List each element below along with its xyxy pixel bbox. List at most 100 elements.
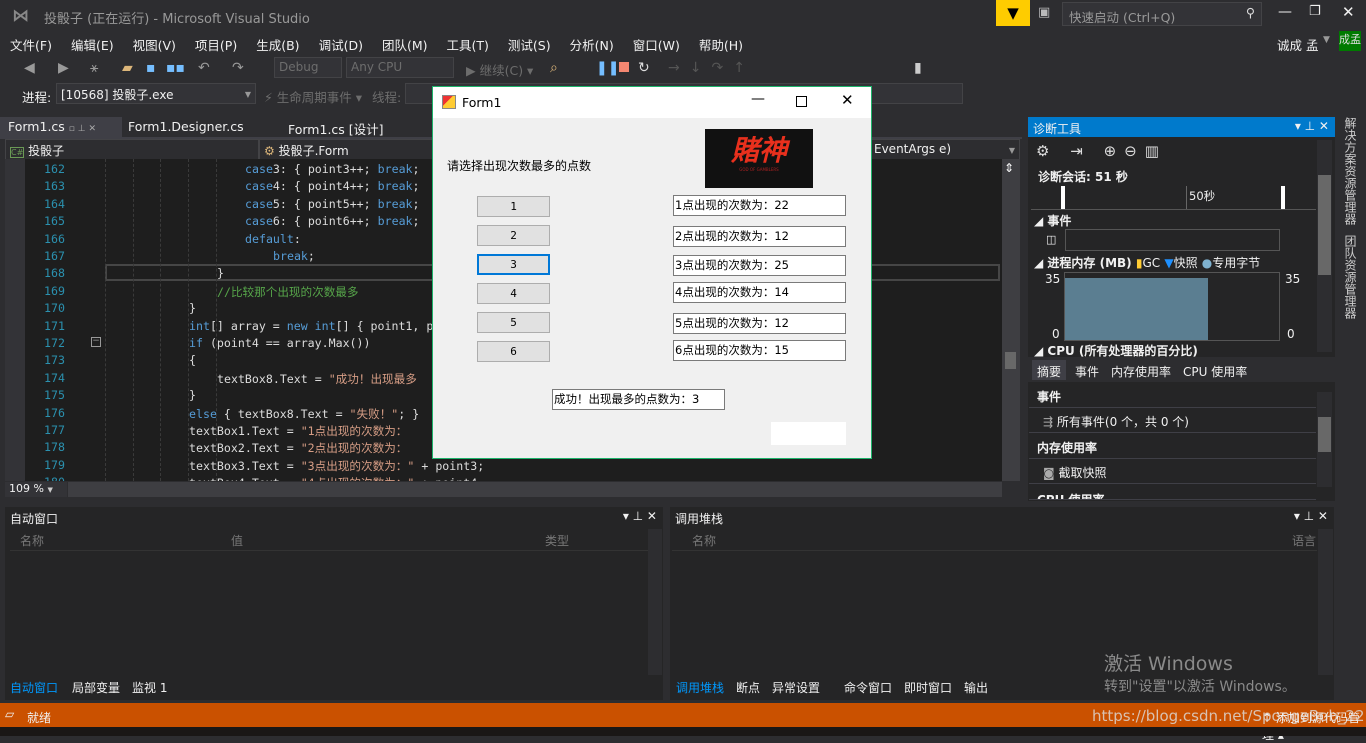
panel-tab[interactable]: 输出: [964, 679, 988, 696]
pin-icon[interactable]: ▫ ⊥ ✕: [69, 124, 96, 134]
code-line[interactable]: }: [189, 388, 196, 402]
code-line[interactable]: }: [217, 266, 224, 280]
code-line[interactable]: else { textBox8.Text = "失败！"; }: [189, 406, 419, 422]
restore-button[interactable]: ❐: [1309, 4, 1321, 19]
diag-tab[interactable]: 内存使用率: [1106, 360, 1176, 380]
collapse-icon[interactable]: −: [91, 337, 101, 347]
dice-button-1[interactable]: 1: [477, 196, 550, 217]
pause-icon[interactable]: ❚❚: [596, 60, 619, 76]
dice-button-6[interactable]: 6: [477, 341, 550, 362]
dice-button-3[interactable]: 3: [477, 254, 550, 275]
split-icon[interactable]: ⇕: [1004, 161, 1014, 175]
code-line[interactable]: case6: { point6++; break;: [245, 214, 420, 228]
undo-icon[interactable]: ↶: [198, 60, 210, 76]
zoom-in-icon[interactable]: ⊕: [1104, 142, 1125, 160]
dice-button-4[interactable]: 4: [477, 283, 550, 304]
back-icon[interactable]: ◀: [24, 60, 35, 76]
take-snapshot-button[interactable]: ◙ 截取快照: [1029, 459, 1316, 484]
zoom-out-icon[interactable]: ⊖: [1124, 142, 1145, 160]
count-textbox[interactable]: 4点出现的次数为：14: [673, 282, 846, 303]
code-line[interactable]: case5: { point5++; break;: [245, 197, 420, 211]
code-line[interactable]: textBox3.Text = "3点出现的次数为：" + point3;: [189, 458, 484, 474]
panel-tab[interactable]: 命令窗口: [844, 679, 892, 696]
count-textbox[interactable]: 3点出现的次数为：25: [673, 255, 846, 276]
export-icon[interactable]: ⇥: [1070, 142, 1091, 160]
bookmark-icon[interactable]: ▮: [914, 60, 922, 76]
dice-button-5[interactable]: 5: [477, 312, 550, 333]
code-line[interactable]: textBox8.Text = "成功！出现最多: [217, 371, 417, 387]
side-tab-team-explorer[interactable]: 团队资源管理器: [1342, 235, 1359, 319]
feedback-icon[interactable]: ▣: [1038, 5, 1050, 20]
panel-tab[interactable]: 断点: [736, 679, 760, 696]
process-select[interactable]: [10568] 投骰子.exe ▼: [56, 83, 256, 104]
minimize-button[interactable]: —: [1278, 4, 1292, 20]
save-all-icon[interactable]: ▪▪: [166, 60, 185, 76]
tab-form1-cs[interactable]: Form1.cs ▫ ⊥ ✕: [0, 117, 122, 137]
panel-controls[interactable]: ▾ ⊥ ✕: [1294, 509, 1328, 523]
diag-tab[interactable]: CPU 使用率: [1178, 360, 1252, 380]
code-line[interactable]: }: [189, 301, 196, 315]
menu-item[interactable]: 团队(M): [382, 35, 428, 54]
side-tab-solution-explorer[interactable]: 解决方案资源管理器: [1342, 117, 1359, 225]
form-minimize-button[interactable]: —: [751, 91, 765, 107]
settings-icon[interactable]: ⚙: [1036, 142, 1057, 160]
all-events-item[interactable]: ⇶ 所有事件(0 个，共 0 个): [1029, 408, 1316, 433]
menu-item[interactable]: 编辑(E): [71, 35, 114, 54]
project-nav-select[interactable]: C# 投骰子: [5, 139, 259, 160]
memory-heading[interactable]: ◢ 进程内存 (MB) ▮GC ▼快照 ●专用字节: [1034, 254, 1260, 271]
panel-tab[interactable]: 即时窗口: [904, 679, 952, 696]
restart-icon[interactable]: ↻: [638, 60, 650, 76]
pause-events-icon[interactable]: ◫: [1046, 233, 1056, 246]
tab-form1-design[interactable]: Form1.cs [设计]: [280, 117, 392, 137]
zoom-select[interactable]: 109 % ▼: [5, 482, 67, 497]
blank-textbox[interactable]: [771, 422, 846, 445]
count-textbox[interactable]: 2点出现的次数为：12: [673, 226, 846, 247]
add-to-source-control[interactable]: ↑ 添加到源代码管理 ▴: [1262, 709, 1366, 743]
menu-item[interactable]: 生成(B): [256, 35, 299, 54]
menu-item[interactable]: 窗口(W): [633, 35, 680, 54]
form-close-button[interactable]: ✕: [841, 91, 854, 109]
member-nav-select[interactable]: EventArgs e) ▼: [870, 139, 1020, 160]
editor-scrollbar[interactable]: ⇕: [1002, 159, 1020, 481]
chevron-down-icon[interactable]: ▼: [1323, 35, 1330, 45]
panel-controls[interactable]: ▾ ⊥ ✕: [1295, 119, 1329, 133]
find-icon[interactable]: ⌕: [550, 60, 558, 76]
panel-tab[interactable]: 异常设置: [772, 679, 820, 696]
timeline-ruler[interactable]: 50秒: [1031, 186, 1316, 210]
code-line[interactable]: textBox2.Text = "2点出现的次数为：: [189, 440, 407, 456]
new-project-icon[interactable]: ⚹: [90, 60, 98, 76]
code-line[interactable]: {: [189, 353, 196, 367]
lifecycle-events-button[interactable]: ⚡ 生命周期事件 ▾: [264, 87, 362, 106]
events-heading[interactable]: ◢ 事件: [1034, 212, 1071, 229]
code-line[interactable]: case3: { point3++; break;: [245, 162, 420, 176]
count-textbox[interactable]: 5点出现的次数为：12: [673, 313, 846, 334]
diag-scrollbar-top[interactable]: [1317, 140, 1332, 352]
panel-controls[interactable]: ▾ ⊥ ✕: [623, 509, 657, 523]
continue-button[interactable]: ▶ 继续(C) ▾: [466, 60, 533, 79]
stop-icon[interactable]: [619, 62, 629, 72]
callstack-scrollbar[interactable]: [1318, 529, 1333, 675]
menu-item[interactable]: 视图(V): [133, 35, 176, 54]
save-icon[interactable]: ▪: [146, 60, 156, 76]
step-icons[interactable]: →↓↷↑: [668, 60, 755, 76]
code-line[interactable]: //比较那个出现的次数最多: [217, 284, 359, 300]
panel-tab[interactable]: 局部变量: [72, 679, 120, 696]
code-line[interactable]: textBox4.Text = "4点出现的次数为：" + point4: [189, 475, 477, 481]
close-button[interactable]: ✕: [1342, 3, 1355, 21]
panel-tab[interactable]: 调用堆栈: [676, 679, 724, 696]
cpu-heading[interactable]: ◢ CPU (所有处理器的百分比): [1034, 342, 1198, 358]
result-textbox[interactable]: 成功！出现最多的点数为：3: [552, 389, 725, 410]
platform-select[interactable]: Any CPU: [346, 57, 454, 78]
redo-icon[interactable]: ↷: [232, 60, 244, 76]
diag-scrollbar-bottom[interactable]: [1317, 392, 1332, 487]
menu-item[interactable]: 测试(S): [508, 35, 551, 54]
user-badge[interactable]: 成孟: [1339, 31, 1361, 51]
configuration-select[interactable]: Debug: [274, 57, 342, 78]
feedback-filter-icon[interactable]: ▼: [996, 0, 1030, 26]
menu-item[interactable]: 项目(P): [195, 35, 237, 54]
menu-item[interactable]: 工具(T): [447, 35, 489, 54]
user-name[interactable]: 诚成 孟: [1277, 35, 1318, 54]
menu-item[interactable]: 分析(N): [570, 35, 614, 54]
panel-tab[interactable]: 自动窗口: [10, 679, 58, 696]
chart-icon[interactable]: ▥: [1145, 142, 1167, 160]
